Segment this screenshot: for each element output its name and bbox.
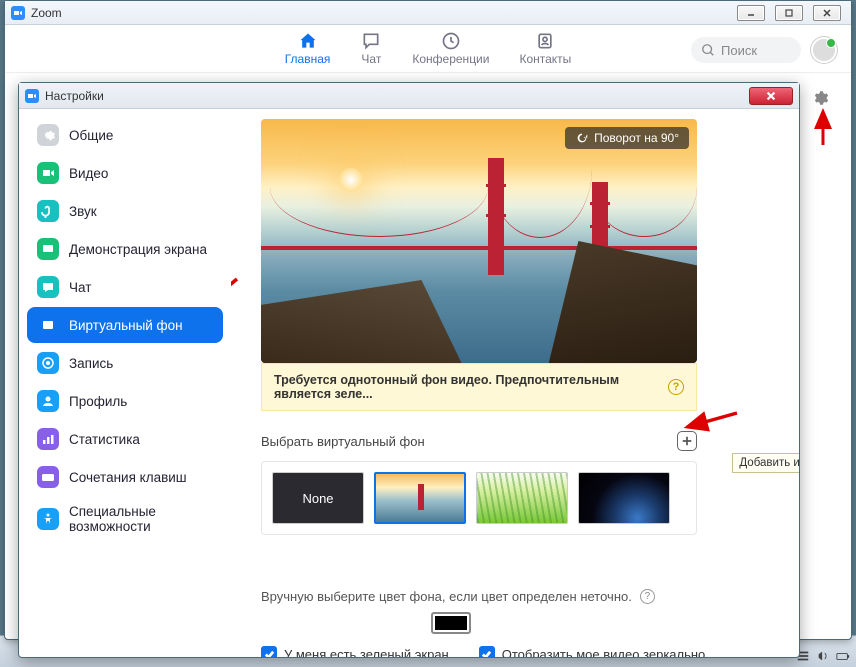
home-icon xyxy=(297,31,319,51)
sidebar-item-3[interactable]: Демонстрация экрана xyxy=(27,231,223,267)
settings-window: Настройки Общие Видео Звук Демонстрация экр… xyxy=(18,82,800,658)
annotation-arrow xyxy=(813,107,833,147)
avatar[interactable] xyxy=(811,37,837,63)
warning-banner: Требуется однотонный фон видео. Предпочт… xyxy=(261,363,697,411)
sidebar-item-label: Звук xyxy=(69,204,97,219)
top-nav: Главная Чат Конференции Контакты Поиск xyxy=(5,25,851,73)
plus-icon xyxy=(681,435,693,447)
stats-icon xyxy=(37,428,59,450)
choose-background-label: Выбрать виртуальный фон xyxy=(261,434,425,449)
main-titlebar[interactable]: Zoom xyxy=(5,1,851,25)
record-icon xyxy=(37,352,59,374)
clock-icon xyxy=(440,31,462,51)
thumb-earth[interactable] xyxy=(578,472,670,524)
sidebar-item-9[interactable]: Сочетания клавиш xyxy=(27,459,223,495)
sidebar-item-label: Статистика xyxy=(69,432,140,447)
sidebar-item-label: Запись xyxy=(69,356,113,371)
help-icon[interactable]: ? xyxy=(640,589,655,604)
settings-content: Поворот на 90° Требуется однотонный фон … xyxy=(231,109,799,657)
checkbox-label: У меня есть зеленый экран xyxy=(284,647,449,658)
rotate-label: Поворот на 90° xyxy=(594,131,679,145)
gear-icon[interactable] xyxy=(811,89,829,107)
nav-meetings[interactable]: Конференции xyxy=(412,31,489,66)
background-thumbnails: None xyxy=(261,461,697,535)
nav-label: Конференции xyxy=(412,52,489,66)
thumb-bridge[interactable] xyxy=(374,472,466,524)
color-swatch[interactable] xyxy=(431,612,471,634)
sidebar-item-4[interactable]: Чат xyxy=(27,269,223,305)
sidebar-item-label: Чат xyxy=(69,280,91,295)
sidebar-item-8[interactable]: Статистика xyxy=(27,421,223,457)
rotate-button[interactable]: Поворот на 90° xyxy=(565,127,689,149)
annotation-arrow xyxy=(231,273,241,333)
green-screen-checkbox[interactable]: У меня есть зеленый экран xyxy=(261,646,449,657)
system-tray xyxy=(796,649,850,663)
sidebar-item-7[interactable]: Профиль xyxy=(27,383,223,419)
nav-home[interactable]: Главная xyxy=(285,31,331,66)
sidebar-item-label: Сочетания клавиш xyxy=(69,470,187,485)
settings-title: Настройки xyxy=(45,89,749,103)
add-image-button[interactable] xyxy=(677,431,697,451)
zoom-app-icon xyxy=(11,6,25,20)
nav-contacts[interactable]: Контакты xyxy=(519,31,571,66)
settings-close-button[interactable] xyxy=(749,87,793,105)
add-image-tooltip: Добавить изображение xyxy=(732,453,799,473)
sidebar-item-label: Виртуальный фон xyxy=(69,318,183,333)
sidebar-item-0[interactable]: Общие xyxy=(27,117,223,153)
settings-sidebar: Общие Видео Звук Демонстрация экрана Чат Вирт… xyxy=(19,109,231,657)
search-icon xyxy=(701,43,715,57)
gear-icon xyxy=(37,124,59,146)
nav-label: Главная xyxy=(285,52,331,66)
video-icon xyxy=(37,162,59,184)
nav-label: Чат xyxy=(361,52,381,66)
sidebar-item-2[interactable]: Звук xyxy=(27,193,223,229)
video-preview: Поворот на 90° xyxy=(261,119,697,363)
checkbox-label: Отобразить мое видео зеркально xyxy=(502,647,706,658)
nav-label: Контакты xyxy=(519,52,571,66)
mirror-video-checkbox[interactable]: Отобразить мое видео зеркально xyxy=(479,646,706,657)
contacts-icon xyxy=(534,31,556,51)
rotate-icon xyxy=(575,131,589,145)
main-window-title: Zoom xyxy=(31,6,737,20)
settings-titlebar[interactable]: Настройки xyxy=(19,83,799,109)
sidebar-item-label: Общие xyxy=(69,128,113,143)
audio-icon xyxy=(37,200,59,222)
sidebar-item-10[interactable]: Специальные возможности xyxy=(27,497,223,541)
nav-chat[interactable]: Чат xyxy=(360,31,382,66)
vbg-icon xyxy=(37,314,59,336)
sidebar-item-label: Специальные возможности xyxy=(69,504,213,534)
access-icon xyxy=(37,508,59,530)
search-placeholder: Поиск xyxy=(721,43,757,58)
thumb-none[interactable]: None xyxy=(272,472,364,524)
sidebar-item-6[interactable]: Запись xyxy=(27,345,223,381)
minimize-button[interactable] xyxy=(737,5,765,21)
maximize-button[interactable] xyxy=(775,5,803,21)
keys-icon xyxy=(37,466,59,488)
search-input[interactable]: Поиск xyxy=(691,37,801,63)
sidebar-item-5[interactable]: Виртуальный фон xyxy=(27,307,223,343)
sidebar-item-1[interactable]: Видео xyxy=(27,155,223,191)
manual-color-label: Вручную выберите цвет фона, если цвет оп… xyxy=(261,589,632,604)
zoom-app-icon xyxy=(25,89,39,103)
chat-icon xyxy=(360,31,382,51)
sidebar-item-label: Профиль xyxy=(69,394,127,409)
close-button[interactable] xyxy=(813,5,841,21)
thumb-grass[interactable] xyxy=(476,472,568,524)
sidebar-item-label: Демонстрация экрана xyxy=(69,242,207,257)
sidebar-item-label: Видео xyxy=(69,166,108,181)
screen-icon xyxy=(37,238,59,260)
help-icon[interactable]: ? xyxy=(668,379,684,395)
chat2-icon xyxy=(37,276,59,298)
warning-text: Требуется однотонный фон видео. Предпочт… xyxy=(274,373,660,401)
profile-icon xyxy=(37,390,59,412)
